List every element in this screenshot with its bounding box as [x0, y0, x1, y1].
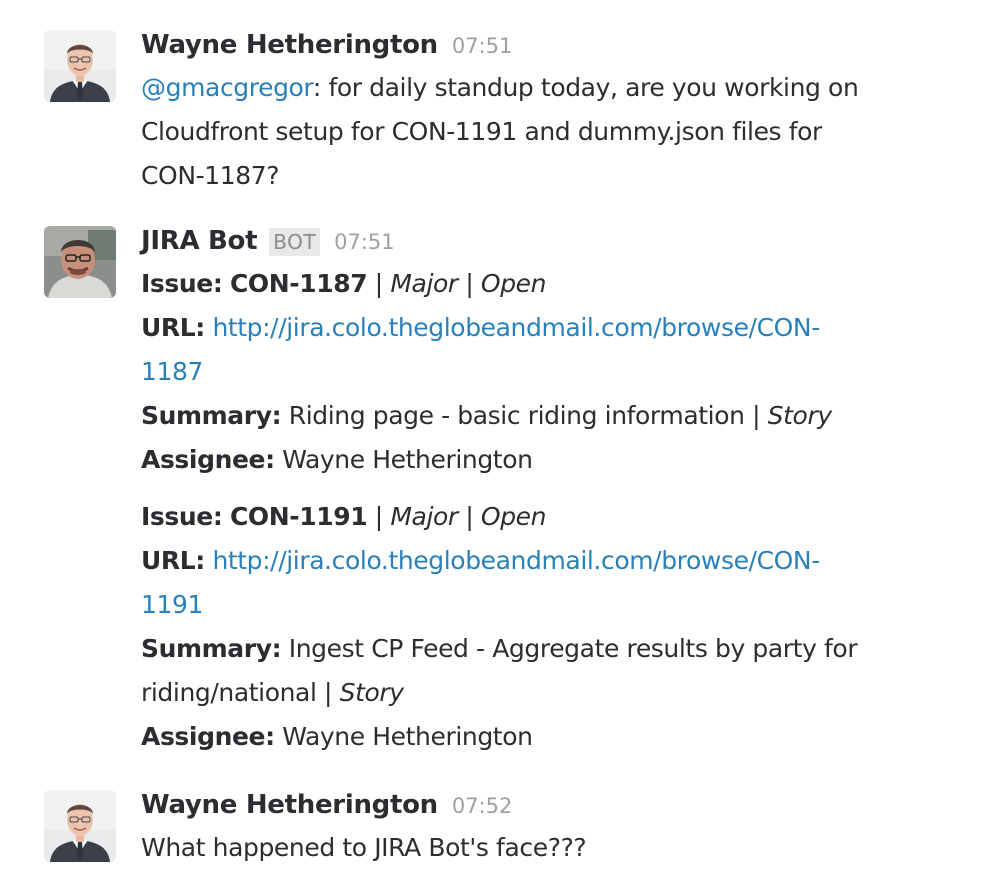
url-label: URL: [141, 546, 205, 575]
summary-line: Summary: Riding page - basic riding info… [141, 394, 956, 438]
message-content: JIRA Bot BOT 07:51 Issue: CON-1187 | Maj… [141, 226, 956, 759]
sender-name[interactable]: Wayne Hetherington [141, 790, 438, 820]
assignee-line: Assignee: Wayne Hetherington [141, 438, 956, 482]
message-text-line: CON-1187? [141, 161, 280, 190]
issue-priority: Major [390, 502, 458, 531]
summary-label: Summary: [141, 634, 282, 663]
message-content: Wayne Hetherington 07:52 What happened t… [141, 790, 956, 870]
wayne-avatar-icon [44, 790, 116, 862]
issue-line: Issue: CON-1187 | Major | Open [141, 262, 956, 306]
assignee-name: Wayne Hetherington [282, 722, 533, 751]
text-fragment: : for daily standup today, are you worki… [312, 73, 859, 102]
sender-name[interactable]: Wayne Hetherington [141, 30, 438, 60]
user-mention[interactable]: @gmacgregor [141, 73, 313, 102]
message-text-line: Cloudfront setup for CON-1191 and dummy.… [141, 117, 822, 146]
separator: | [744, 401, 768, 430]
summary-text: Ingest CP Feed - Aggregate results by pa… [288, 634, 858, 663]
assignee-name: Wayne Hetherington [282, 445, 533, 474]
issue-line: Issue: CON-1191 | Major | Open [141, 495, 956, 539]
issue-link-continued[interactable]: 1187 [141, 357, 203, 386]
url-line: URL: http://jira.colo.theglobeandmail.co… [141, 539, 956, 583]
issue-card: Issue: CON-1187 | Major | Open URL: http… [141, 262, 956, 482]
message-text-line: What happened to JIRA Bot's face??? [141, 833, 587, 862]
issue-key: CON-1187 [229, 269, 368, 298]
separator: | [367, 269, 391, 298]
issue-status: Open [480, 269, 547, 298]
message-content: Wayne Hetherington 07:51 @gmacgregor: fo… [141, 30, 956, 198]
timestamp[interactable]: 07:52 [452, 794, 513, 818]
issue-link[interactable]: http://jira.colo.theglobeandmail.com/bro… [212, 313, 820, 342]
issue-link[interactable]: http://jira.colo.theglobeandmail.com/bro… [212, 546, 820, 575]
url-label: URL: [141, 313, 205, 342]
issue-type: Story [339, 678, 404, 707]
assignee-line: Assignee: Wayne Hetherington [141, 715, 956, 759]
separator: | [367, 502, 391, 531]
url-line: URL: http://jira.colo.theglobeandmail.co… [141, 306, 956, 350]
user-avatar[interactable] [44, 790, 116, 862]
issue-key: CON-1191 [229, 502, 368, 531]
separator: | [457, 502, 481, 531]
issue-label: Issue: [141, 502, 223, 531]
summary-line: Summary: Ingest CP Feed - Aggregate resu… [141, 627, 956, 671]
bot-badge: BOT [269, 228, 321, 256]
timestamp[interactable]: 07:51 [334, 230, 395, 254]
message-header: Wayne Hetherington 07:52 [141, 790, 956, 826]
message-text-line: @gmacgregor: for daily standup today, ar… [141, 66, 956, 110]
issue-priority: Major [390, 269, 458, 298]
message-header: Wayne Hetherington 07:51 [141, 30, 956, 66]
assignee-label: Assignee: [141, 722, 275, 751]
summary-text: Riding page - basic riding information [288, 401, 745, 430]
issue-type: Story [767, 401, 832, 430]
summary-text-continued: riding/national [141, 678, 317, 707]
separator: | [316, 678, 340, 707]
summary-line-continued: riding/national | Story [141, 671, 956, 715]
message-header: JIRA Bot BOT 07:51 [141, 226, 956, 262]
summary-label: Summary: [141, 401, 282, 430]
jira-bot-avatar-icon [44, 226, 116, 298]
issue-link-continued[interactable]: 1191 [141, 590, 203, 619]
separator: | [457, 269, 481, 298]
bot-avatar[interactable] [44, 226, 116, 298]
assignee-label: Assignee: [141, 445, 275, 474]
url-line-continued: 1191 [141, 583, 956, 627]
user-avatar[interactable] [44, 30, 116, 102]
issue-card: Issue: CON-1191 | Major | Open URL: http… [141, 495, 956, 759]
issue-status: Open [480, 502, 547, 531]
timestamp[interactable]: 07:51 [452, 34, 513, 58]
wayne-avatar-icon [44, 30, 116, 102]
sender-name[interactable]: JIRA Bot [141, 226, 258, 256]
url-line-continued: 1187 [141, 350, 956, 394]
issue-label: Issue: [141, 269, 223, 298]
